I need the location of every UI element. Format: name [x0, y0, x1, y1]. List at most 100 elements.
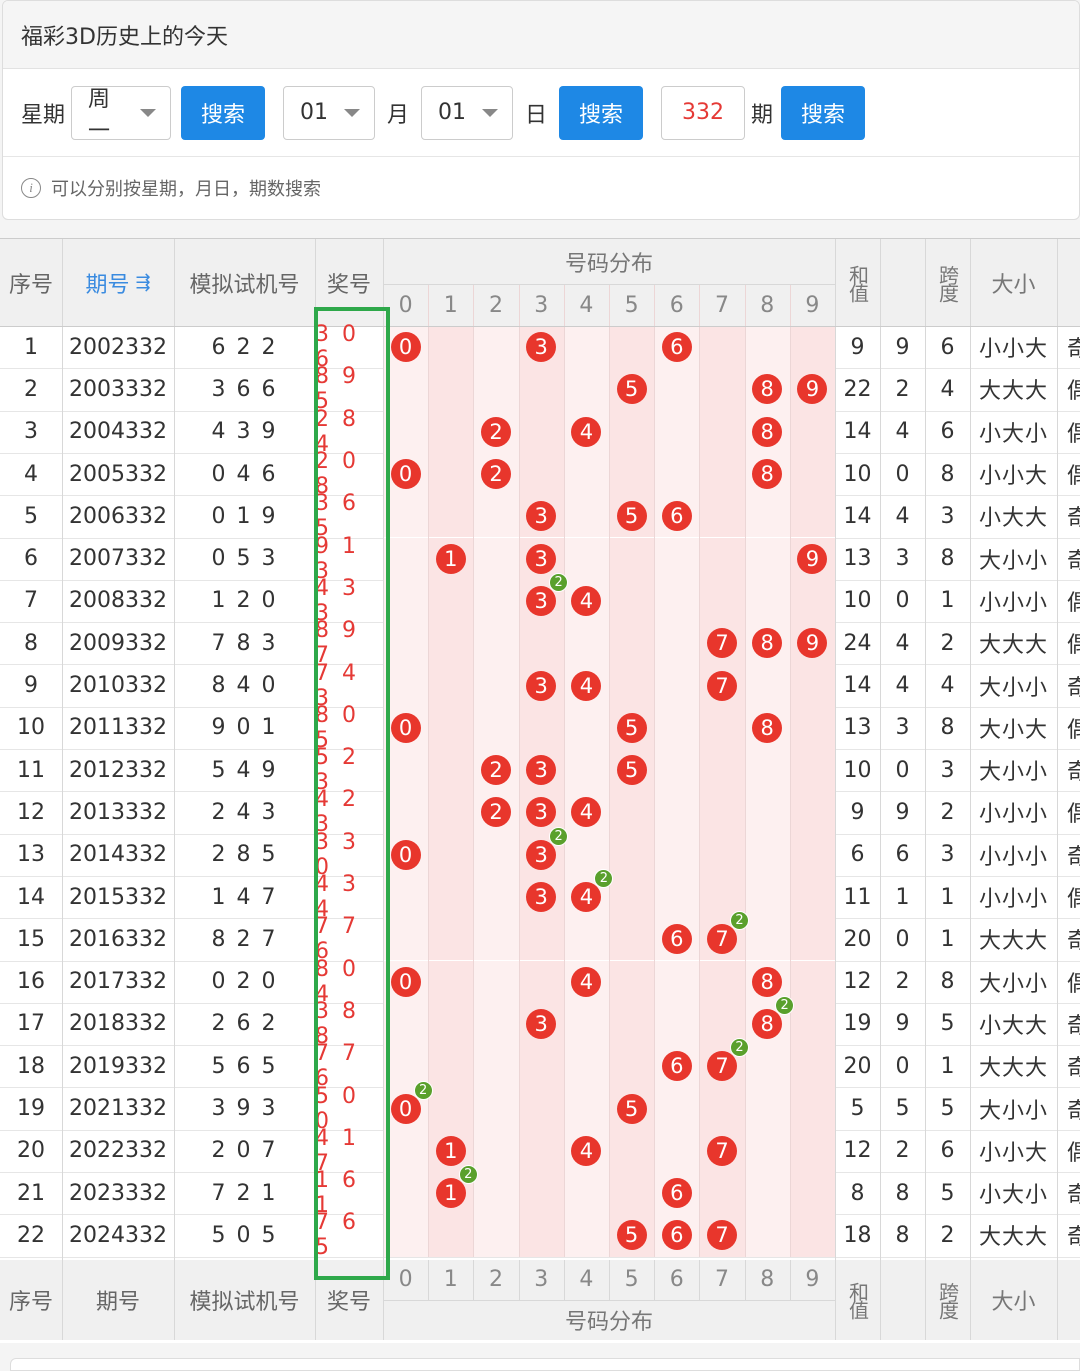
dist-cell-bg	[428, 833, 474, 876]
number-ball: 0	[390, 839, 421, 870]
dist-cell-bg	[789, 960, 835, 1003]
row-sum-tail: 4	[895, 503, 910, 529]
row-sum: 20	[843, 1053, 872, 1079]
header-digit: 7	[714, 292, 729, 318]
row-sim-number: 3 6 6	[211, 376, 278, 402]
dist-cell-bg	[563, 706, 609, 749]
row-sim-number: 4 3 9	[211, 419, 278, 445]
dist-cell-bg	[518, 1129, 564, 1172]
dist-cell-bg	[563, 1045, 609, 1088]
period-input[interactable]: 332	[661, 85, 746, 140]
dist-cell-bg	[473, 495, 519, 538]
row-size: 大小小	[978, 760, 1048, 786]
row-sim-number: 6 2 2	[211, 334, 278, 360]
dist-cell-bg	[744, 1087, 790, 1130]
row-period: 2016332	[69, 926, 167, 952]
footer-digit: 5	[624, 1267, 639, 1293]
header-digit: 9	[805, 292, 820, 318]
row-span: 6	[940, 419, 955, 445]
week-select[interactable]: 周一	[71, 85, 172, 144]
dist-cell-bg	[699, 579, 745, 623]
row-index: 12	[17, 799, 45, 825]
row-odd-even: 奇	[1057, 495, 1080, 537]
row-index: 2	[24, 376, 38, 402]
dist-cell-bg	[428, 368, 474, 411]
footer-index: 序号	[8, 1289, 53, 1315]
row-span: 4	[940, 673, 955, 699]
header-period[interactable]: 期号 ⇶	[62, 239, 174, 326]
dist-cell-bg	[518, 706, 564, 749]
winning-number-highlight	[314, 307, 390, 1280]
dist-cell-bg	[789, 791, 835, 834]
dist-cell-bg	[609, 1002, 655, 1046]
row-size: 小小小	[978, 590, 1048, 616]
dist-cell-bg	[789, 495, 835, 538]
dist-cell-bg	[518, 410, 564, 453]
digit-divider	[609, 284, 610, 1257]
dist-cell-bg	[744, 749, 790, 792]
row-size: 大大大	[978, 379, 1048, 405]
row-period: 2011332	[69, 715, 167, 741]
row-sum: 20	[843, 926, 872, 952]
dist-cell-bg	[473, 1214, 519, 1257]
row-sum: 8	[850, 1180, 865, 1206]
month-select[interactable]: 01	[283, 85, 376, 140]
row-sum-tail: 9	[895, 1011, 910, 1037]
footer-digit: 3	[534, 1267, 549, 1293]
row-sim-number: 8 4 0	[211, 673, 278, 699]
row-size: 大大大	[978, 633, 1048, 659]
header-digit: 2	[488, 292, 503, 318]
date-search-button[interactable]: 搜索	[559, 85, 644, 140]
row-span: 1	[940, 884, 955, 910]
row-index: 17	[17, 1011, 45, 1037]
dist-cell-bg	[428, 326, 474, 369]
number-ball: 2	[481, 416, 511, 447]
week-search-button[interactable]: 搜索	[181, 85, 266, 140]
row-span: 2	[940, 1222, 955, 1248]
row-sum: 24	[843, 630, 872, 656]
dist-cell-bg	[428, 664, 474, 707]
row-sum: 14	[843, 673, 872, 699]
row-sim-number: 0 1 9	[211, 503, 278, 529]
row-odd-even: 奇	[1057, 1172, 1080, 1214]
row-index: 11	[17, 757, 45, 783]
row-sum-tail: 6	[895, 842, 910, 868]
number-ball: 3	[526, 1008, 557, 1039]
digit-divider	[699, 284, 701, 1257]
dist-cell-bg	[428, 749, 474, 792]
footer-period: 期号	[95, 1289, 140, 1315]
row-sum-tail: 9	[895, 799, 910, 825]
dist-cell-bg	[789, 1129, 835, 1172]
dist-cell-bg	[654, 664, 700, 707]
dist-cell-bg	[428, 579, 474, 623]
row-size: 小小小	[978, 844, 1048, 870]
period-search-button[interactable]: 搜索	[781, 85, 866, 140]
row-span: 5	[940, 1096, 955, 1122]
day-select[interactable]: 01	[421, 85, 514, 140]
number-ball: 6	[661, 1178, 692, 1209]
row-sim-number: 0 5 3	[211, 546, 278, 572]
row-sim-number: 1 4 7	[211, 884, 278, 910]
footer-sum: 和值	[845, 1281, 870, 1318]
row-span: 3	[940, 757, 955, 783]
dist-cell-bg	[654, 579, 700, 623]
number-ball: 1	[435, 543, 466, 574]
week-label: 星期	[21, 102, 66, 128]
dist-cell-bg	[789, 833, 835, 876]
dist-cell-bg	[609, 875, 655, 919]
dist-cell-bg	[699, 1087, 745, 1130]
row-index: 20	[17, 1138, 45, 1164]
number-ball: 5	[616, 755, 647, 786]
row-sim-number: 9 0 1	[211, 715, 278, 741]
dist-cell-bg	[473, 706, 519, 749]
dist-cell-bg	[699, 791, 745, 834]
row-size: 大小大	[978, 717, 1048, 743]
header-sum-tail	[880, 239, 925, 326]
row-sum-tail: 2	[895, 969, 910, 995]
row-sum-tail: 4	[895, 630, 910, 656]
dist-cell-bg	[473, 1087, 519, 1130]
row-sum-tail: 0	[895, 588, 910, 614]
row-sum-tail: 8	[895, 1222, 910, 1248]
dist-cell-bg	[428, 622, 474, 665]
row-sum: 12	[843, 969, 872, 995]
